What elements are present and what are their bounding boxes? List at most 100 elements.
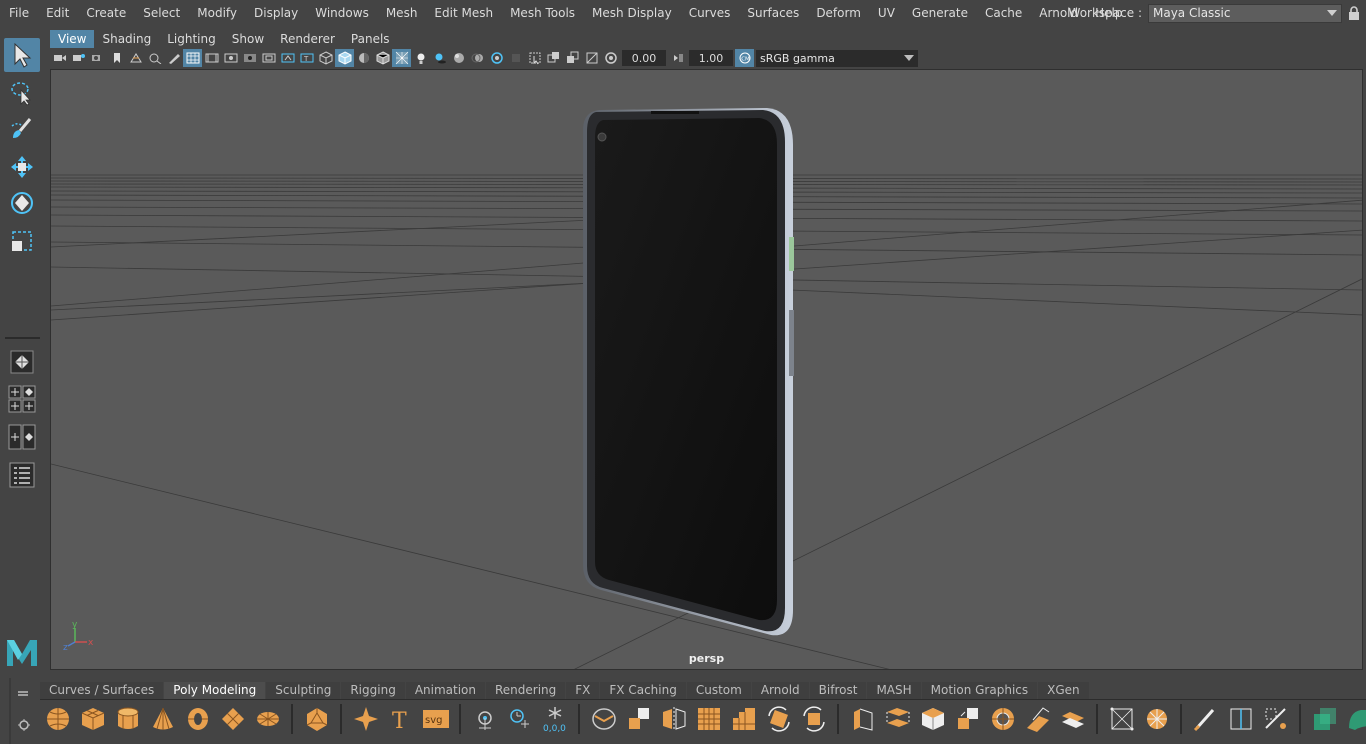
shelf-tab-sculpting[interactable]: Sculpting (266, 682, 341, 699)
depth-of-field-icon[interactable] (506, 49, 525, 67)
sweep-mesh-icon[interactable] (467, 703, 502, 735)
menu-file[interactable]: File (0, 4, 38, 22)
panel-menu-show[interactable]: Show (224, 30, 272, 48)
smooth-shade-icon[interactable] (335, 49, 354, 67)
2d-pan-zoom-icon[interactable] (145, 49, 164, 67)
use-all-lights-icon[interactable] (411, 49, 430, 67)
panel-menu-renderer[interactable]: Renderer (272, 30, 343, 48)
safe-action-icon[interactable] (278, 49, 297, 67)
poly-plane-icon[interactable] (215, 703, 250, 735)
shelf-tab-mash[interactable]: MASH (867, 682, 921, 699)
isolate-select-icon[interactable] (525, 49, 544, 67)
panel-menu-shading[interactable]: Shading (94, 30, 159, 48)
exposure-field[interactable]: 0.00 (622, 50, 666, 66)
menu-edit[interactable]: Edit (38, 4, 78, 22)
single-perspective-view-icon[interactable] (4, 345, 40, 379)
remesh-icon[interactable] (761, 703, 796, 735)
panel-menu-panels[interactable]: Panels (343, 30, 398, 48)
poly-cube-icon[interactable] (75, 703, 110, 735)
panel-menu-view[interactable]: View (50, 30, 95, 48)
menu-create[interactable]: Create (78, 4, 135, 22)
target-weld-icon[interactable] (1258, 703, 1293, 735)
resolution-gate-icon[interactable] (221, 49, 240, 67)
shelf-tab-rigging[interactable]: Rigging (341, 682, 405, 699)
wireframe-on-shaded-icon[interactable] (373, 49, 392, 67)
screen-space-ao-icon[interactable] (449, 49, 468, 67)
colorspace-dropdown[interactable]: sRGB gamma (756, 49, 918, 67)
menu-mesh-tools[interactable]: Mesh Tools (502, 4, 584, 22)
two-view-layout-icon[interactable] (4, 420, 40, 454)
separate-icon[interactable] (621, 703, 656, 735)
gamma-icon[interactable] (668, 49, 687, 67)
super-shape-icon[interactable] (348, 703, 383, 735)
type-tool-icon[interactable]: T (383, 703, 418, 735)
image-plane-icon[interactable] (126, 49, 145, 67)
outliner-layout-icon[interactable] (4, 458, 40, 492)
uv-editor-icon[interactable] (1104, 703, 1139, 735)
four-view-layout-icon[interactable] (4, 384, 40, 414)
bridge-icon[interactable] (880, 703, 915, 735)
menu-select[interactable]: Select (135, 4, 189, 22)
multisample-aa-icon[interactable] (487, 49, 506, 67)
menu-deform[interactable]: Deform (808, 4, 870, 22)
shelf-tab-arnold[interactable]: Arnold (751, 682, 809, 699)
shelf-tab-curves-surfaces[interactable]: Curves / Surfaces (40, 682, 164, 699)
poly-cylinder-icon[interactable] (110, 703, 145, 735)
field-chart-icon[interactable] (259, 49, 278, 67)
edge-loop-icon[interactable] (1223, 703, 1258, 735)
shelf-tab-xgen[interactable]: XGen (1038, 682, 1089, 699)
poly-torus-icon[interactable] (180, 703, 215, 735)
menu-generate[interactable]: Generate (904, 4, 977, 22)
poly-sphere-icon[interactable] (40, 703, 75, 735)
shelf-tab-fx-caching[interactable]: FX Caching (600, 682, 686, 699)
extrude-icon[interactable] (845, 703, 880, 735)
rotate-tool-icon[interactable] (4, 186, 40, 220)
merge-icon[interactable] (1020, 703, 1055, 735)
svg-tool-icon[interactable]: svg (418, 703, 453, 735)
scale-tool-icon[interactable] (4, 224, 40, 258)
retopologize-icon[interactable] (796, 703, 831, 735)
menu-mesh-display[interactable]: Mesh Display (584, 4, 681, 22)
grid-icon[interactable] (183, 49, 202, 67)
gamma-field[interactable]: 1.00 (689, 50, 733, 66)
workspace-dropdown[interactable]: Maya Classic (1148, 3, 1342, 23)
paint-select-tool-icon[interactable] (4, 112, 40, 146)
shelf-tab-poly-modeling[interactable]: Poly Modeling (164, 682, 266, 699)
shelf-tab-fx[interactable]: FX (566, 682, 600, 699)
menu-cache[interactable]: Cache (977, 4, 1031, 22)
fill-hole-icon[interactable] (985, 703, 1020, 735)
mirror-icon[interactable] (656, 703, 691, 735)
shelf-tab-custom[interactable]: Custom (686, 682, 751, 699)
menu-surfaces[interactable]: Surfaces (739, 4, 808, 22)
freeze-transform-icon[interactable] (502, 703, 537, 735)
lasso-tool-icon[interactable] (4, 76, 40, 110)
gate-mask-icon[interactable] (240, 49, 259, 67)
perspective-viewport[interactable]: y x z persp (50, 69, 1363, 670)
exposure-icon[interactable] (601, 49, 620, 67)
menu-curves[interactable]: Curves (681, 4, 740, 22)
menu-display[interactable]: Display (246, 4, 307, 22)
grease-pencil-icon[interactable] (164, 49, 183, 67)
sculpt-icon[interactable] (1342, 703, 1366, 735)
camera-attributes-icon[interactable] (69, 49, 88, 67)
shelf-tab-bifrost[interactable]: Bifrost (809, 682, 867, 699)
poly-disc-icon[interactable] (250, 703, 285, 735)
collapse-icon[interactable] (1055, 703, 1090, 735)
menu-mesh[interactable]: Mesh (378, 4, 427, 22)
smooth-icon[interactable] (691, 703, 726, 735)
bevel-icon[interactable] (915, 703, 950, 735)
center-pivot-icon[interactable]: 0,0,0 (537, 703, 572, 735)
select-camera-icon[interactable] (50, 49, 69, 67)
safe-title-icon[interactable]: T (297, 49, 316, 67)
xray-icon[interactable] (392, 49, 411, 67)
shelf-tab-animation[interactable]: Animation (405, 682, 485, 699)
menu-edit-mesh[interactable]: Edit Mesh (426, 4, 502, 22)
quad-draw-icon[interactable] (1307, 703, 1342, 735)
bookmark-flag-icon[interactable] (107, 49, 126, 67)
append-polygon-icon[interactable] (950, 703, 985, 735)
film-gate-icon[interactable] (202, 49, 221, 67)
xray-active-icon[interactable] (563, 49, 582, 67)
menu-windows[interactable]: Windows (307, 4, 378, 22)
reduce-icon[interactable] (726, 703, 761, 735)
panel-menu-lighting[interactable]: Lighting (159, 30, 224, 48)
